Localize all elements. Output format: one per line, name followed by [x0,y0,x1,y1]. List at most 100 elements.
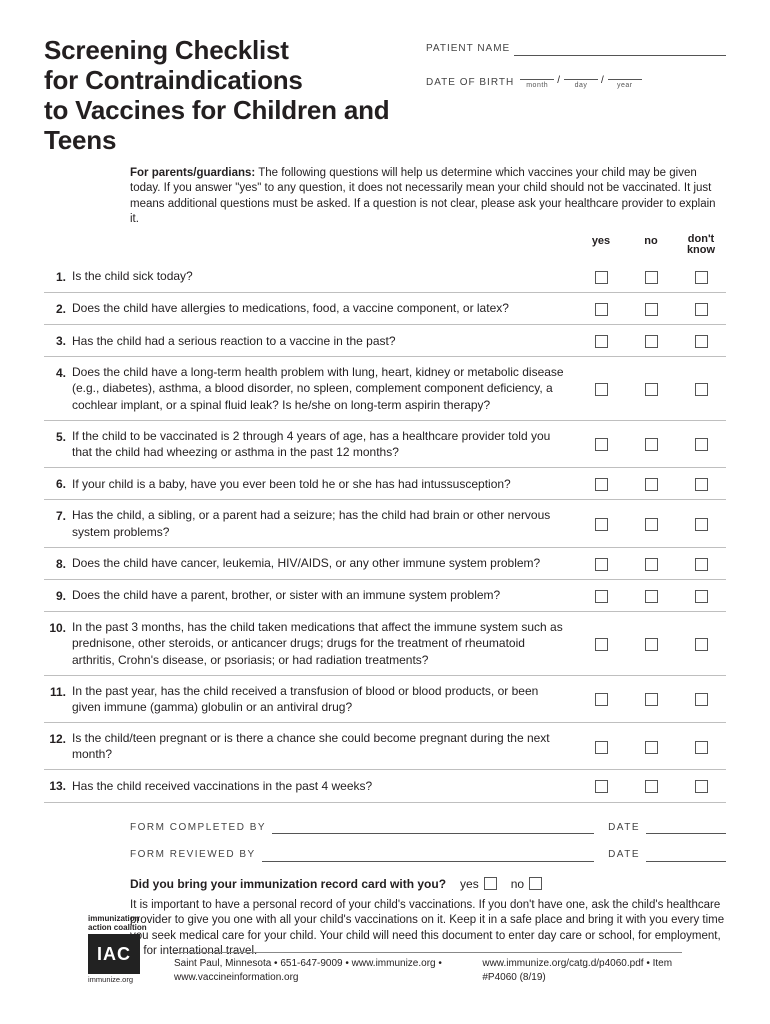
checkbox-yes[interactable] [595,271,608,284]
checkbox-dont-know[interactable] [695,780,708,793]
question-number: 6. [44,475,72,492]
record-no-checkbox[interactable] [529,877,542,890]
dob-year-input[interactable] [608,70,642,80]
checkbox-no[interactable] [645,383,658,396]
question-number: 13. [44,777,72,794]
record-yes-label: yes [460,876,479,892]
question-text: Does the child have allergies to medicat… [72,300,576,316]
checkbox-dont-know[interactable] [695,558,708,571]
reviewed-date-input[interactable] [646,852,726,862]
checkbox-dont-know[interactable] [695,590,708,603]
question-row: 9.Does the child have a parent, brother,… [44,580,726,612]
checkbox-no[interactable] [645,741,658,754]
question-text: In the past 3 months, has the child take… [72,619,576,668]
checkbox-no[interactable] [645,438,658,451]
page-title: Screening Checklist for Contraindication… [44,36,402,156]
reviewed-by-input[interactable] [262,852,594,862]
checkbox-yes[interactable] [595,741,608,754]
reviewed-date-label: DATE [608,848,640,862]
question-number: 2. [44,300,72,317]
record-yes-checkbox[interactable] [484,877,497,890]
checkbox-yes[interactable] [595,383,608,396]
question-text: Has the child had a serious reaction to … [72,333,576,349]
question-number: 9. [44,587,72,604]
patient-name-label: PATIENT NAME [426,42,510,56]
completed-by-label: FORM COMPLETED BY [130,821,266,835]
question-row: 7.Has the child, a sibling, or a parent … [44,500,726,547]
question-text: Is the child sick today? [72,268,576,284]
checkbox-no[interactable] [645,518,658,531]
completed-by-input[interactable] [272,824,594,834]
question-text: If the child to be vaccinated is 2 throu… [72,428,576,460]
checkbox-yes[interactable] [595,335,608,348]
question-row: 4.Does the child have a long-term health… [44,357,726,421]
checkbox-no[interactable] [645,693,658,706]
question-number: 4. [44,364,72,381]
question-text: If your child is a baby, have you ever b… [72,476,576,492]
checkbox-dont-know[interactable] [695,518,708,531]
question-number: 10. [44,619,72,636]
checkbox-dont-know[interactable] [695,478,708,491]
org-logo: IAC [88,934,140,974]
question-number: 11. [44,683,72,700]
question-row: 10.In the past 3 months, has the child t… [44,612,726,676]
question-text: Does the child have cancer, leukemia, HI… [72,555,576,571]
question-row: 5.If the child to be vaccinated is 2 thr… [44,421,726,468]
checkbox-yes[interactable] [595,558,608,571]
checkbox-dont-know[interactable] [695,383,708,396]
column-header-dont-know: don't know [676,234,726,257]
checkbox-no[interactable] [645,303,658,316]
completed-date-input[interactable] [646,824,726,834]
checkbox-yes[interactable] [595,303,608,316]
question-row: 3.Has the child had a serious reaction t… [44,325,726,357]
reviewed-by-label: FORM REVIEWED BY [130,848,256,862]
checkbox-dont-know[interactable] [695,303,708,316]
checkbox-yes[interactable] [595,478,608,491]
question-row: 6.If your child is a baby, have you ever… [44,468,726,500]
intro-paragraph: For parents/guardians: The following que… [130,166,726,228]
dob-year-hint: year [617,81,633,90]
checkbox-no[interactable] [645,590,658,603]
dob-month-input[interactable] [520,70,554,80]
checkbox-no[interactable] [645,335,658,348]
checkbox-dont-know[interactable] [695,335,708,348]
checkbox-dont-know[interactable] [695,638,708,651]
checkbox-no[interactable] [645,271,658,284]
checkbox-dont-know[interactable] [695,271,708,284]
question-text: Is the child/teen pregnant or is there a… [72,730,576,762]
question-row: 12.Is the child/teen pregnant or is ther… [44,723,726,770]
title-line-3: to Vaccines for Children and Teens [44,95,389,155]
question-row: 8.Does the child have cancer, leukemia, … [44,548,726,580]
org-name-2: action coalition [88,924,160,932]
checkbox-yes[interactable] [595,693,608,706]
checkbox-yes[interactable] [595,590,608,603]
title-line-2: for Contraindications [44,65,303,95]
org-site: immunize.org [88,976,160,984]
question-text: Has the child received vaccinations in t… [72,778,576,794]
dob-label: DATE OF BIRTH [426,76,514,90]
checkbox-no[interactable] [645,780,658,793]
record-question: Did you bring your immunization record c… [130,876,446,892]
question-text: Does the child have a parent, brother, o… [72,587,576,603]
question-row: 11.In the past year, has the child recei… [44,676,726,723]
checkbox-yes[interactable] [595,518,608,531]
question-list: 1.Is the child sick today?2.Does the chi… [44,261,726,803]
checkbox-no[interactable] [645,638,658,651]
checkbox-dont-know[interactable] [695,438,708,451]
question-number: 8. [44,555,72,572]
checkbox-yes[interactable] [595,780,608,793]
checkbox-no[interactable] [645,558,658,571]
completed-date-label: DATE [608,821,640,835]
checkbox-dont-know[interactable] [695,741,708,754]
question-row: 1.Is the child sick today? [44,261,726,293]
checkbox-yes[interactable] [595,438,608,451]
question-number: 1. [44,268,72,285]
checkbox-yes[interactable] [595,638,608,651]
checkbox-no[interactable] [645,478,658,491]
footer-right: www.immunize.org/catg.d/p4060.pdf • Item… [482,957,682,984]
title-line-1: Screening Checklist [44,35,289,65]
dob-day-input[interactable] [564,70,598,80]
checkbox-dont-know[interactable] [695,693,708,706]
footer-left: Saint Paul, Minnesota • 651-647-9009 • w… [174,957,482,984]
patient-name-input[interactable] [514,46,726,56]
